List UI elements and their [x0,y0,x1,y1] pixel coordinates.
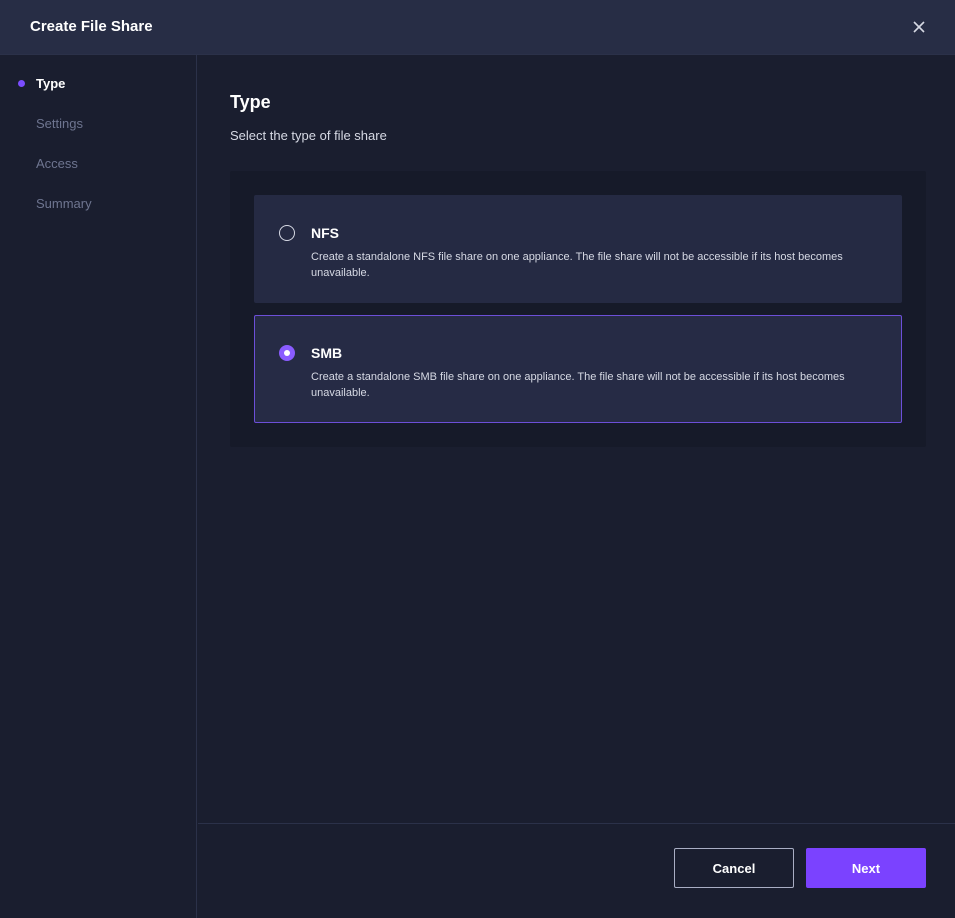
step-access[interactable]: Access [0,154,197,174]
cancel-button[interactable]: Cancel [674,848,794,888]
step-label: Settings [36,116,83,131]
step-label: Summary [36,196,92,211]
main-content: Type Select the type of file share NFS C… [198,55,955,823]
dialog-footer: Cancel Next [198,823,955,918]
file-share-type-options: NFS Create a standalone NFS file share o… [230,171,926,447]
nfs-radio-button[interactable] [279,225,295,241]
dialog-header: Create File Share [0,0,955,55]
close-icon[interactable] [911,19,927,35]
option-description: Create a standalone NFS file share on on… [311,251,843,279]
wizard-steps-sidebar: Type Settings Access Summary [0,55,197,918]
smb-radio-button[interactable] [279,345,295,361]
step-type[interactable]: Type [0,74,197,94]
step-settings[interactable]: Settings [0,114,197,134]
option-description: Create a standalone SMB file share on on… [311,371,845,399]
option-card-smb[interactable]: SMB Create a standalone SMB file share o… [254,315,902,423]
step-label: Type [36,76,66,91]
next-button[interactable]: Next [806,848,926,888]
step-label: Access [36,156,78,171]
section-title: Type [230,92,271,112]
option-card-nfs[interactable]: NFS Create a standalone NFS file share o… [254,195,902,303]
option-title: NFS [311,225,339,241]
step-summary[interactable]: Summary [0,194,197,214]
create-file-share-dialog: Create File Share Type Settings Access S… [0,0,955,918]
option-title: SMB [311,345,343,361]
dialog-title: Create File Share [30,18,153,35]
section-subtitle: Select the type of file share [230,128,387,143]
active-step-dot-icon [18,80,25,87]
